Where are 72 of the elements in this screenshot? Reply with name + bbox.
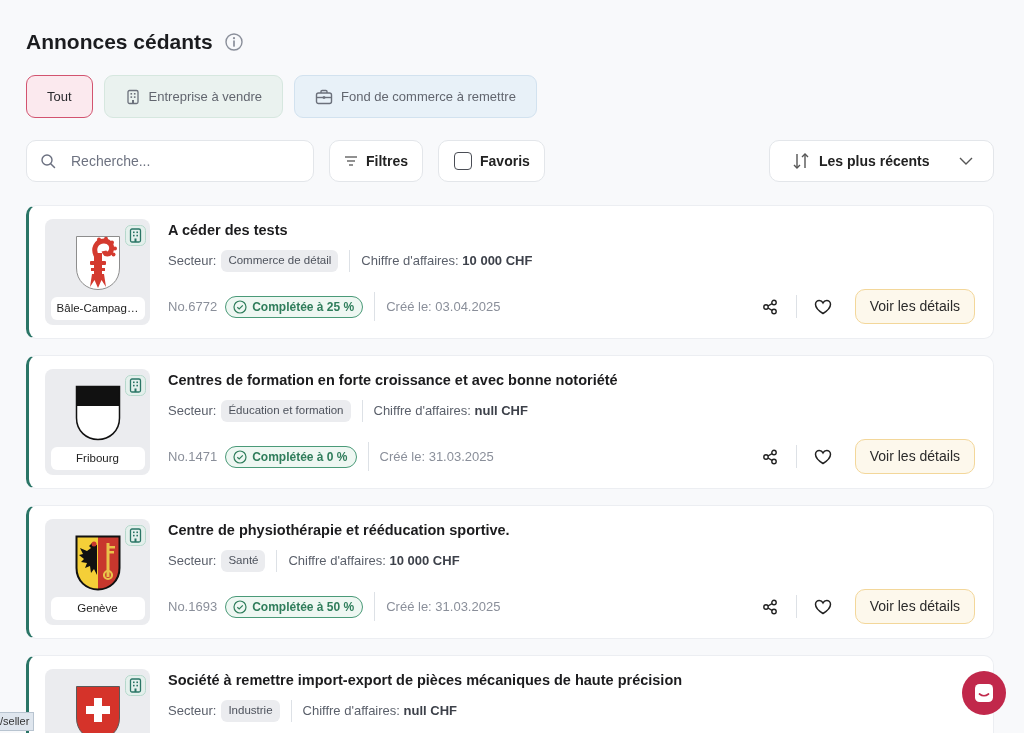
created-date: Créé le: 03.04.2025 — [386, 297, 501, 316]
share-icon — [761, 598, 778, 615]
building-icon — [125, 525, 146, 546]
sector-label: Secteur: — [168, 552, 217, 571]
created-date: Créé le: 31.03.2025 — [379, 447, 494, 466]
link-url-tooltip: /seller — [0, 712, 35, 731]
completion-text: Complétée à 25 % — [252, 298, 355, 316]
search-field[interactable]: Recherche... — [26, 140, 314, 182]
building-icon — [125, 225, 146, 246]
sort-dropdown[interactable]: Les plus récents — [769, 140, 994, 182]
building-icon — [125, 675, 146, 696]
chat-icon — [974, 683, 994, 703]
listing-number: No.1693 — [168, 597, 218, 616]
share-icon — [761, 298, 778, 315]
sector-tag: Commerce de détail — [221, 250, 339, 272]
canton-label: Bâle-Campag… — [50, 297, 145, 320]
favorite-button[interactable] — [813, 448, 832, 465]
listing-number: No.1471 — [168, 447, 218, 466]
coat-of-arms-icon — [74, 385, 121, 441]
sector-tag: Industrie — [221, 700, 280, 722]
listing-title: Centres de formation en forte croissance et avec bonne notoriété — [168, 371, 618, 390]
building-icon — [125, 375, 146, 396]
completion-text: Complétée à 0 % — [252, 448, 348, 466]
building-icon — [124, 88, 141, 105]
sector-tag: Éducation et formation — [221, 400, 351, 422]
listing-type-tab[interactable]: Entreprise à vendre — [103, 75, 284, 118]
check-circle-icon — [233, 449, 248, 464]
revenue-text: Chiffre d'affaires: 10 000 CHF — [288, 552, 460, 571]
heart-icon — [813, 598, 832, 615]
favorites-button[interactable]: Favoris — [438, 140, 545, 182]
canton-label: Genève — [50, 597, 145, 620]
share-button[interactable] — [761, 448, 778, 465]
heart-icon — [813, 448, 832, 465]
coat-of-arms-icon — [74, 535, 121, 591]
sort-icon — [792, 153, 810, 169]
favorites-checkbox[interactable] — [454, 152, 472, 170]
sector-label: Secteur: — [168, 702, 217, 721]
details-button[interactable]: Voir les détails — [854, 589, 975, 624]
listing-title: A céder des tests — [168, 221, 288, 240]
revenue-text: Chiffre d'affaires: null CHF — [373, 402, 528, 421]
check-circle-icon — [233, 299, 248, 314]
favorite-button[interactable] — [813, 598, 832, 615]
sector-label: Secteur: — [168, 252, 217, 271]
listing-type-tab[interactable]: Tout — [26, 75, 93, 118]
share-button[interactable] — [761, 298, 778, 315]
filters-button[interactable]: Filtres — [329, 140, 423, 182]
chevron-down-icon — [959, 157, 973, 165]
coat-of-arms-icon — [74, 685, 121, 733]
sector-label: Secteur: — [168, 402, 217, 421]
revenue-text: Chiffre d'affaires: null CHF — [302, 702, 457, 721]
share-icon — [761, 448, 778, 465]
details-button[interactable]: Voir les détails — [854, 439, 975, 474]
share-button[interactable] — [761, 598, 778, 615]
revenue-text: Chiffre d'affaires: 10 000 CHF — [361, 252, 533, 271]
favorite-button[interactable] — [813, 298, 832, 315]
sector-tag: Santé — [221, 550, 266, 572]
filter-icon — [344, 155, 358, 167]
search-icon — [40, 153, 56, 169]
page-title: Annonces cédants — [26, 29, 213, 55]
listing-type-tab[interactable]: Fond de commerce à remettre — [294, 75, 537, 118]
created-date: Créé le: 31.03.2025 — [386, 597, 501, 616]
info-icon[interactable] — [224, 33, 243, 51]
details-button[interactable]: Voir les détails — [854, 289, 975, 324]
listing-title: Société à remettre import-export de pièces mécaniques de haute précision — [168, 671, 683, 690]
check-circle-icon — [233, 599, 248, 614]
completion-text: Complétée à 50 % — [252, 598, 355, 616]
listing-title: Centre de physiothérapie et rééducation sportive. — [168, 521, 510, 540]
heart-icon — [813, 298, 832, 315]
listing-number: No.6772 — [168, 297, 218, 316]
briefcase-icon — [315, 88, 334, 105]
canton-label: Fribourg — [50, 447, 145, 470]
coat-of-arms-icon — [74, 235, 121, 291]
